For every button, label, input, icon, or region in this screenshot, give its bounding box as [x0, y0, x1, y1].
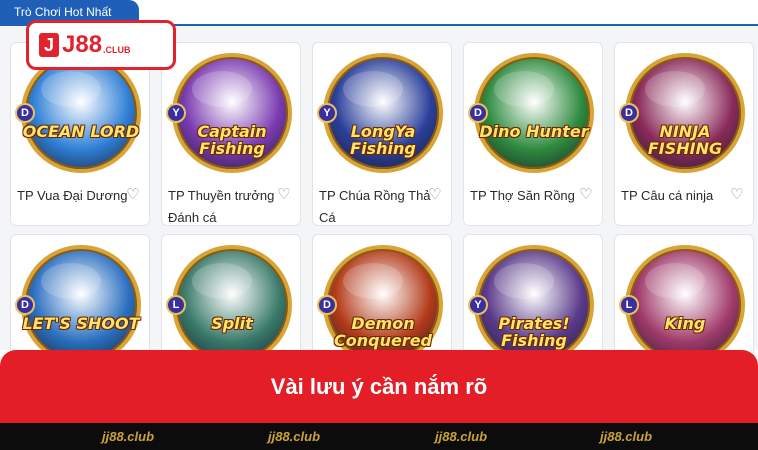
provider-badge: Y: [317, 103, 337, 123]
game-card[interactable]: D NINJA FISHING TP Câu cá ninja ♡: [614, 42, 754, 226]
favorite-heart-icon[interactable]: ♡: [729, 187, 745, 203]
game-card[interactable]: D Dino Hunter TP Thợ Săn Rồng ♡: [463, 42, 603, 226]
provider-badge: D: [15, 103, 35, 123]
favorite-heart-icon[interactable]: ♡: [578, 187, 594, 203]
game-name: TP Thợ Săn Rồng: [470, 188, 575, 203]
game-art-title: Captain Fishing: [197, 122, 267, 158]
watermark-text: jj88.club: [600, 429, 653, 444]
provider-badge: D: [619, 103, 639, 123]
game-thumbnail[interactable]: [474, 53, 594, 173]
game-thumbnail[interactable]: [21, 53, 141, 173]
game-card[interactable]: Y LongYa Fishing TP Chúa Rồng Thả Cá ♡: [312, 42, 452, 226]
favorite-heart-icon[interactable]: ♡: [125, 187, 141, 203]
game-thumbnail[interactable]: [625, 245, 745, 365]
watermark-footer: jj88.club jj88.club jj88.club jj88.club: [0, 423, 758, 450]
game-art-title: Dino Hunter: [479, 122, 589, 141]
provider-badge: Y: [166, 103, 186, 123]
banner-heading: Vài lưu ý cần nắm rõ: [0, 350, 758, 423]
provider-badge: L: [166, 295, 186, 315]
brand-suffix: .CLUB: [103, 45, 131, 55]
game-card[interactable]: Y Captain Fishing TP Thuyền trưởng Đánh …: [161, 42, 301, 226]
j88-brand-logo: J J88 .CLUB: [26, 20, 176, 70]
game-name: TP Chúa Rồng Thả Cá: [319, 188, 431, 225]
game-art-title: NINJA FISHING: [647, 122, 723, 158]
provider-badge: Y: [468, 295, 488, 315]
game-art-title: LET'S SHOOT: [22, 314, 140, 333]
watermark-text: jj88.club: [435, 429, 488, 444]
game-name: TP Câu cá ninja: [621, 188, 714, 203]
watermark-text: jj88.club: [102, 429, 155, 444]
brand-mark: J: [39, 33, 59, 57]
brand-word: J88: [62, 31, 103, 58]
game-art-title: King: [664, 314, 706, 333]
game-art-title: Pirates! Fishing: [498, 314, 570, 350]
game-name: TP Thuyền trưởng Đánh cá: [168, 188, 275, 225]
provider-badge: D: [468, 103, 488, 123]
favorite-heart-icon[interactable]: ♡: [276, 187, 292, 203]
game-grid: D OCEAN LORD TP Vua Đại Dương ♡ Y Captai…: [0, 26, 758, 374]
game-art-title: LongYa Fishing: [350, 122, 416, 158]
provider-badge: D: [317, 295, 337, 315]
provider-badge: L: [619, 295, 639, 315]
game-thumbnail[interactable]: [172, 245, 292, 365]
watermark-text: jj88.club: [268, 429, 321, 444]
game-name: TP Vua Đại Dương: [17, 188, 128, 203]
game-thumbnail[interactable]: [21, 245, 141, 365]
game-art-title: Split: [211, 314, 253, 333]
favorite-heart-icon[interactable]: ♡: [427, 187, 443, 203]
game-art-title: Demon Conquered: [333, 314, 432, 350]
provider-badge: D: [15, 295, 35, 315]
game-art-title: OCEAN LORD: [22, 122, 140, 141]
